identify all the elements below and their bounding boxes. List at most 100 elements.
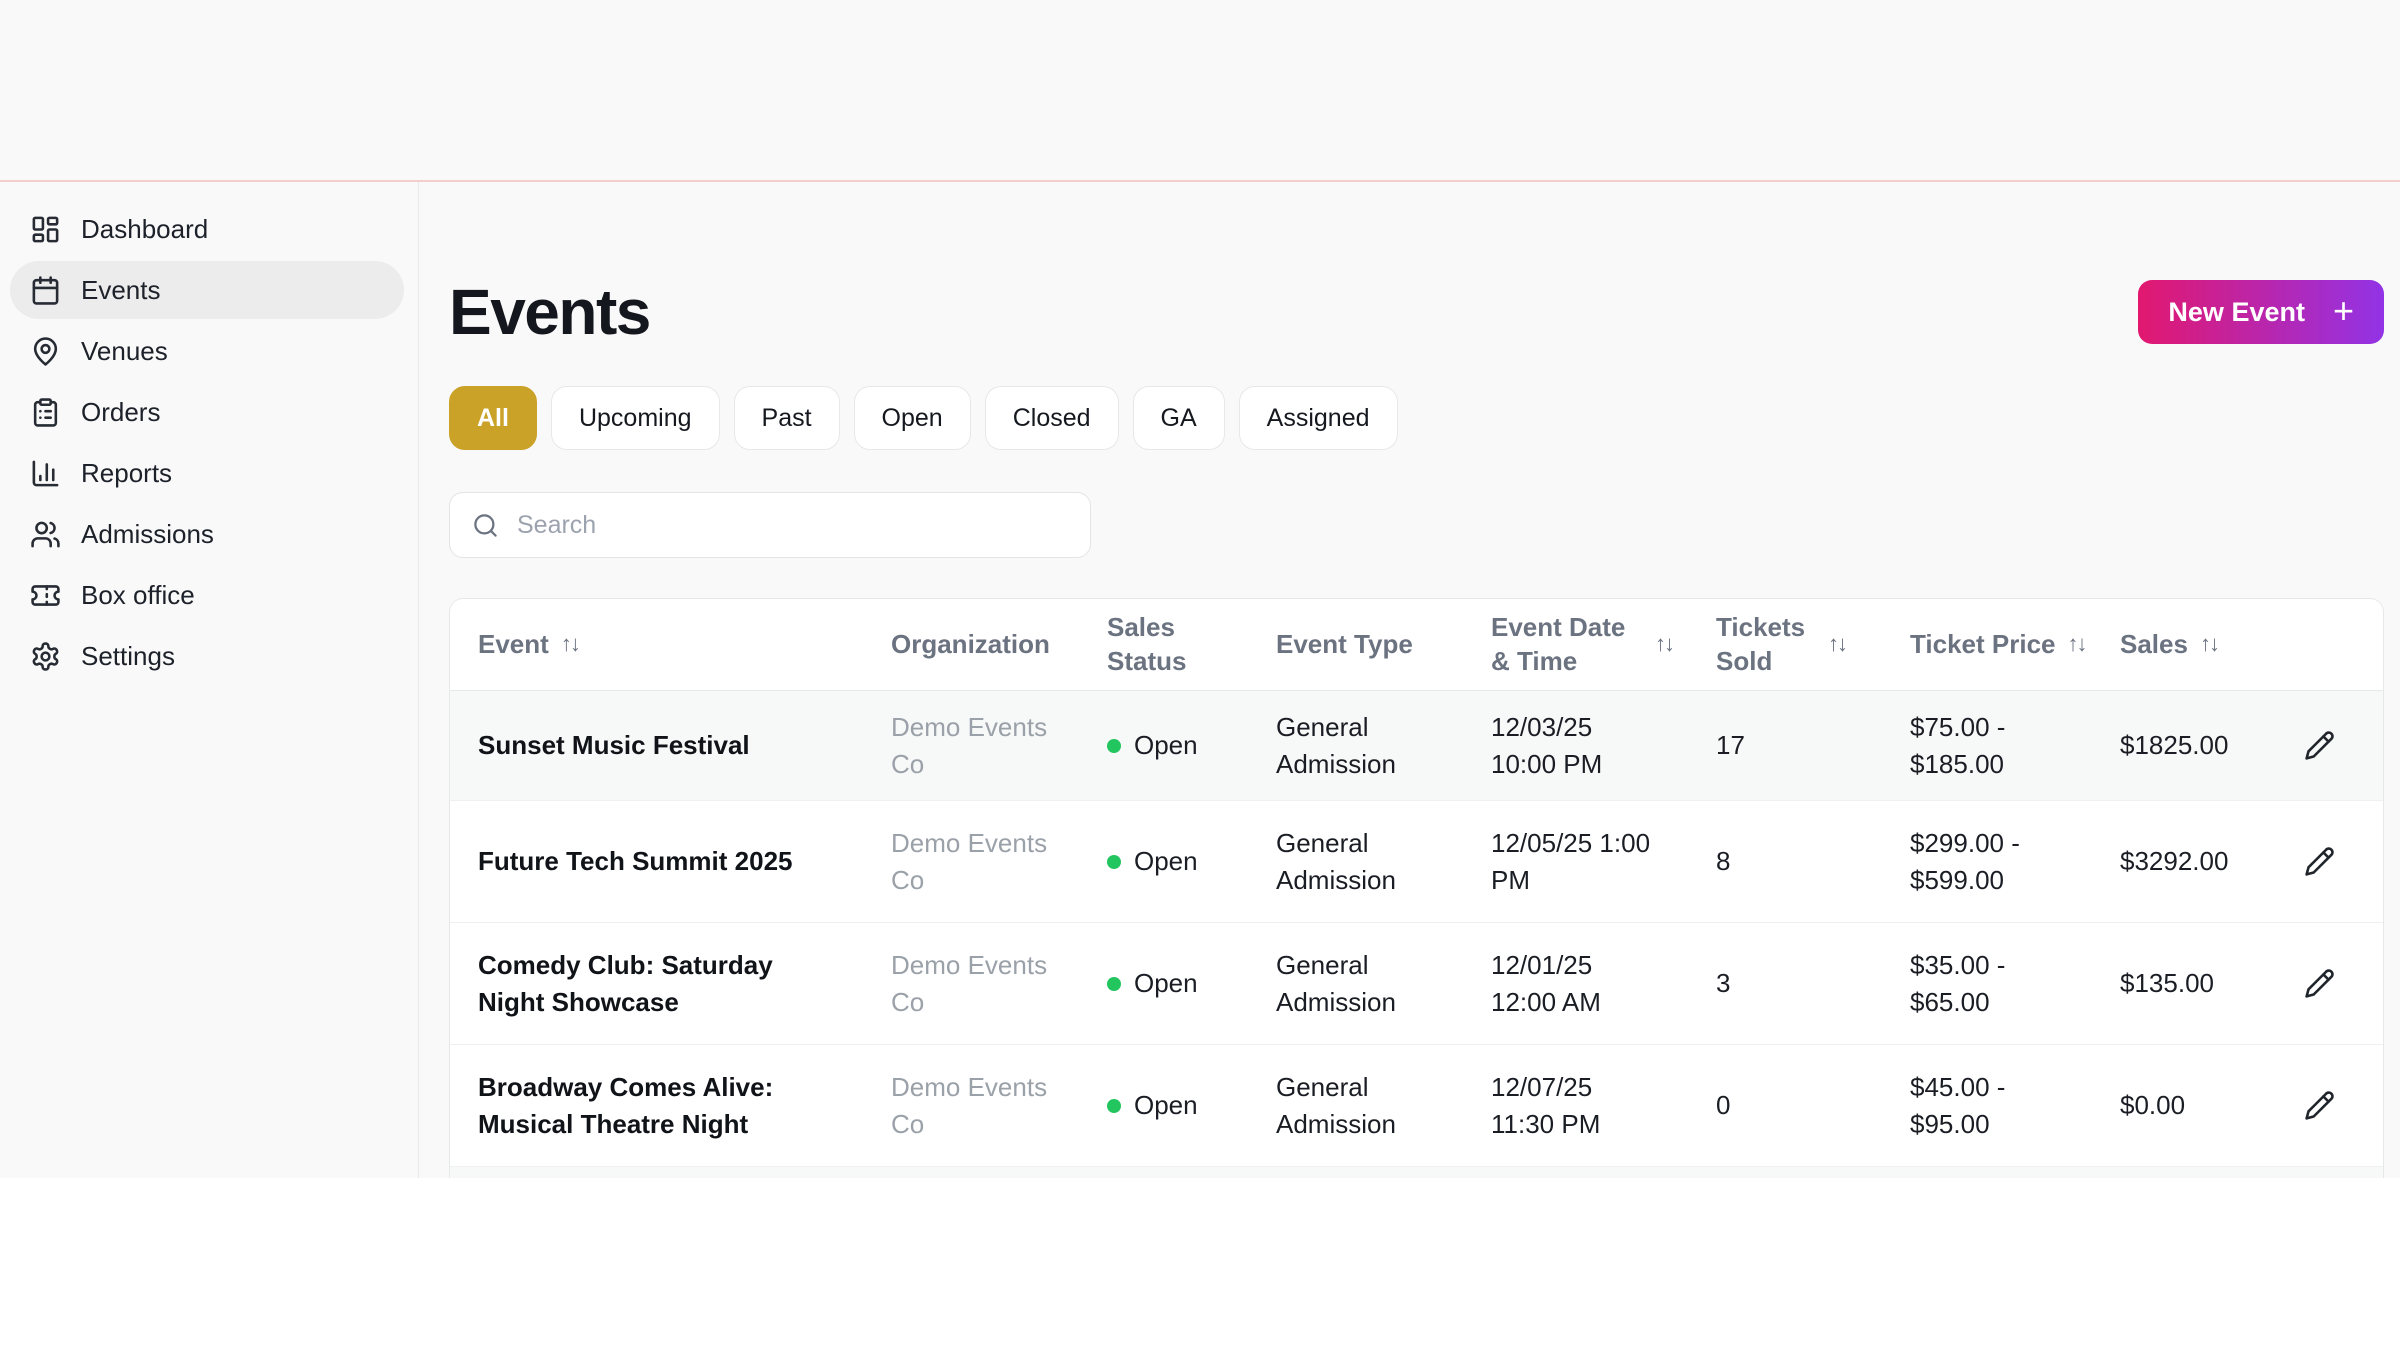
- status-dot-icon: [1107, 1098, 1121, 1113]
- event-name: Broadway Comes Alive: Musical Theatre Ni…: [478, 1071, 774, 1139]
- edit-event-button[interactable]: [2298, 724, 2341, 767]
- dashboard-icon: [30, 214, 61, 245]
- event-type: General Admission: [1276, 711, 1396, 779]
- sidebar-item-label: Orders: [81, 396, 161, 427]
- status-badge: Open: [1107, 843, 1222, 880]
- event-datetime: 12/05/25 1:00 PM: [1491, 827, 1651, 895]
- ticket-price: $299.00 - $599.00: [1910, 827, 2020, 895]
- sort-icon: ↑↓: [560, 631, 581, 657]
- pencil-icon: [2304, 731, 2334, 760]
- pencil-icon: [2304, 1091, 2334, 1120]
- sidebar-item-label: Reports: [81, 457, 173, 488]
- sales-amount: $0.00: [2120, 1090, 2186, 1121]
- filter-chip-closed[interactable]: Closed: [984, 386, 1119, 450]
- column-header-sales[interactable]: Sales ↑↓: [2092, 628, 2253, 662]
- column-header-sales-status: Sales Status: [1107, 611, 1187, 676]
- tickets-sold: 3: [1716, 968, 1731, 999]
- sort-icon: ↑↓: [1828, 631, 1848, 657]
- tickets-sold: 17: [1716, 730, 1745, 761]
- users-icon: [30, 519, 61, 550]
- table-row[interactable]: Broadway Comes Alive: Musical Theatre Ni…: [450, 1045, 2383, 1167]
- plus-icon: +: [2332, 289, 2354, 331]
- sidebar-item-reports[interactable]: Reports: [10, 444, 404, 502]
- sidebar-item-venues[interactable]: Venues: [10, 322, 404, 380]
- event-type: General Admission: [1276, 949, 1396, 1017]
- top-band: [0, 0, 2400, 180]
- edit-event-button[interactable]: [2298, 840, 2341, 883]
- pencil-icon: [2304, 847, 2334, 876]
- status-dot-icon: [1107, 738, 1121, 753]
- tickets-sold: 8: [1716, 846, 1731, 877]
- sales-amount: $1825.00: [2120, 730, 2229, 761]
- organization: Demo Events Co: [891, 711, 1048, 779]
- sort-icon: ↑↓: [2067, 631, 2088, 657]
- status-badge: Open: [1107, 727, 1222, 764]
- status-dot-icon: [1107, 854, 1121, 869]
- sidebar-item-settings[interactable]: Settings: [10, 627, 404, 685]
- event-name: Comedy Club: Saturday Night Showcase: [478, 949, 773, 1017]
- sort-icon: ↑↓: [1655, 631, 1675, 657]
- edit-event-button[interactable]: [2298, 962, 2341, 1005]
- event-datetime: 12/01/25 12:00 AM: [1491, 949, 1601, 1017]
- column-header-tickets-sold[interactable]: Tickets Sold ↑↓: [1688, 611, 1882, 679]
- sidebar-item-label: Admissions: [81, 518, 214, 549]
- search-icon: [474, 513, 497, 537]
- sidebar-item-orders[interactable]: Orders: [10, 383, 404, 441]
- sidebar-item-dashboard[interactable]: Dashboard: [10, 200, 404, 258]
- column-header-ticket-price[interactable]: Ticket Price ↑↓: [1882, 628, 2092, 662]
- app-window: Dashboard Events Venues Orders Reports A…: [0, 0, 2400, 1178]
- pencil-icon: [2304, 969, 2334, 998]
- clipboard-list-icon: [30, 397, 61, 428]
- organization: Demo Events Co: [891, 949, 1048, 1017]
- event-datetime: 12/03/25 10:00 PM: [1491, 711, 1603, 779]
- table-row[interactable]: Sunset Music Festival Demo Events Co Ope…: [450, 691, 2383, 801]
- column-header-event-date-time[interactable]: Event Date & Time ↑↓: [1463, 611, 1688, 679]
- table-row[interactable]: Comedy Club: Saturday Night Showcase Dem…: [450, 923, 2383, 1045]
- ticket-price: $45.00 - $95.00: [1910, 1071, 2006, 1139]
- sidebar-item-label: Dashboard: [81, 213, 209, 244]
- search-input[interactable]: [515, 509, 1068, 541]
- filter-chip-open[interactable]: Open: [853, 386, 971, 450]
- filter-chip-assigned[interactable]: Assigned: [1238, 386, 1398, 450]
- tickets-sold: 0: [1716, 1090, 1731, 1121]
- table-row-partial: [450, 1167, 2383, 1178]
- sidebar-item-admissions[interactable]: Admissions: [10, 505, 404, 563]
- filter-chip-row: All Upcoming Past Open Closed GA Assigne…: [449, 386, 2384, 450]
- events-table: Event ↑↓ Organization Sales Status Event…: [449, 598, 2384, 1178]
- filter-chip-ga[interactable]: GA: [1132, 386, 1225, 450]
- edit-event-button[interactable]: [2298, 1084, 2341, 1127]
- filter-chip-past[interactable]: Past: [733, 386, 840, 450]
- ticket-price: $35.00 - $65.00: [1910, 949, 2006, 1017]
- sidebar-item-label: Box office: [81, 579, 195, 610]
- event-datetime: 12/07/25 11:30 PM: [1491, 1071, 1601, 1139]
- ticket-price: $75.00 - $185.00: [1910, 711, 2006, 779]
- filter-chip-all[interactable]: All: [449, 386, 537, 450]
- sidebar-item-box-office[interactable]: Box office: [10, 566, 404, 624]
- new-event-label: New Event: [2168, 296, 2305, 327]
- map-pin-icon: [30, 336, 61, 367]
- table-row[interactable]: Future Tech Summit 2025 Demo Events Co O…: [450, 801, 2383, 923]
- sidebar-item-events[interactable]: Events: [10, 261, 404, 319]
- ticket-icon: [30, 580, 61, 611]
- event-type: General Admission: [1276, 827, 1396, 895]
- status-badge: Open: [1107, 1087, 1222, 1124]
- organization: Demo Events Co: [891, 827, 1048, 895]
- status-dot-icon: [1107, 976, 1121, 991]
- main-content: Events New Event + All Upcoming Past Ope…: [419, 182, 2400, 1178]
- event-name: Sunset Music Festival: [478, 730, 750, 761]
- filter-chip-upcoming[interactable]: Upcoming: [550, 386, 720, 450]
- sidebar-item-label: Events: [81, 274, 161, 305]
- sidebar: Dashboard Events Venues Orders Reports A…: [0, 182, 419, 1178]
- page-title: Events: [449, 276, 651, 348]
- organization: Demo Events Co: [891, 1071, 1048, 1139]
- search-box: [449, 492, 1091, 558]
- sidebar-item-label: Settings: [81, 640, 175, 671]
- sales-amount: $135.00: [2120, 968, 2214, 999]
- new-event-button[interactable]: New Event +: [2138, 280, 2384, 344]
- column-header-event-type: Event Type: [1276, 628, 1413, 659]
- sidebar-item-label: Venues: [81, 335, 168, 366]
- column-header-event[interactable]: Event ↑↓: [450, 628, 863, 662]
- gear-icon: [30, 641, 61, 672]
- table-header: Event ↑↓ Organization Sales Status Event…: [450, 599, 2383, 691]
- calendar-icon: [30, 275, 61, 306]
